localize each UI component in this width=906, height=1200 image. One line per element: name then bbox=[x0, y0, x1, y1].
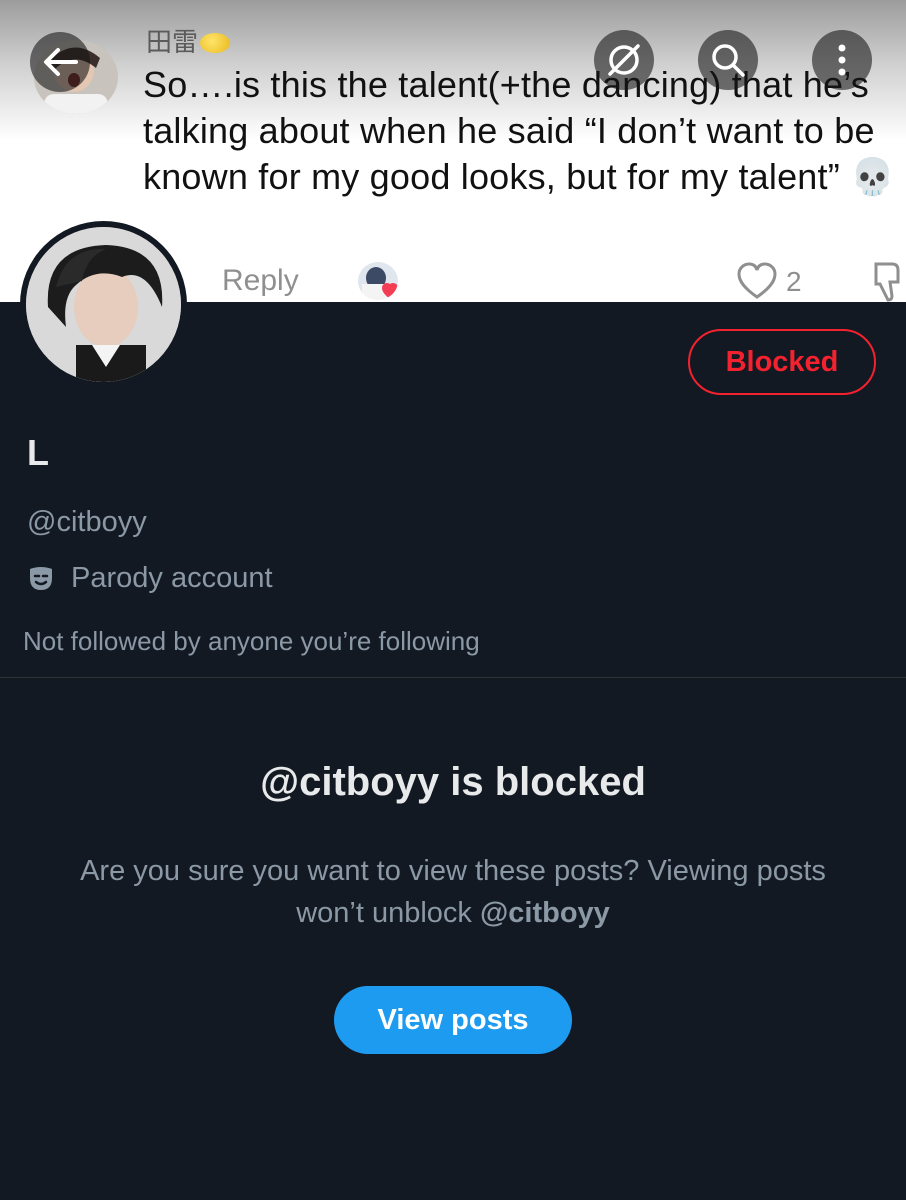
lemon-icon bbox=[200, 33, 231, 53]
comment-author: 田雷 bbox=[146, 22, 231, 59]
parody-label-text: Parody account bbox=[71, 562, 273, 594]
profile-handle: @citboyy bbox=[27, 506, 147, 538]
comment-text: So….is this the talent(+the dancing) tha… bbox=[143, 64, 896, 197]
profile-avatar[interactable] bbox=[20, 221, 187, 388]
divider bbox=[0, 677, 906, 678]
dislike-icon[interactable] bbox=[872, 260, 906, 302]
comment-reply-button[interactable]: Reply bbox=[222, 264, 299, 298]
profile-avatar-image bbox=[26, 227, 181, 382]
blocked-description: Are you sure you want to view these post… bbox=[60, 850, 846, 934]
blocked-description-text: Are you sure you want to view these post… bbox=[80, 855, 826, 929]
more-button[interactable] bbox=[812, 30, 872, 90]
blocked-description-handle: @citboyy bbox=[479, 897, 610, 929]
blocked-button[interactable]: Blocked bbox=[688, 329, 876, 395]
arrow-left-icon bbox=[44, 48, 78, 76]
grok-button[interactable] bbox=[594, 30, 654, 90]
comment-like-count: 2 bbox=[786, 266, 802, 297]
back-button[interactable] bbox=[30, 32, 90, 92]
grok-icon bbox=[608, 44, 640, 76]
view-posts-button[interactable]: View posts bbox=[334, 986, 572, 1054]
more-vertical-icon bbox=[838, 44, 846, 76]
reaction-avatar bbox=[358, 262, 398, 300]
followers-note: Not followed by anyone you’re following bbox=[23, 626, 480, 656]
search-button[interactable] bbox=[698, 30, 758, 90]
profile-name: L bbox=[27, 432, 49, 473]
search-icon bbox=[712, 44, 745, 77]
blocked-title: @citboyy is blocked bbox=[260, 760, 646, 804]
heart-icon[interactable] bbox=[736, 262, 778, 300]
comment-author-name: 田雷 bbox=[146, 27, 199, 57]
parody-label: Parody account bbox=[27, 562, 273, 595]
mask-icon bbox=[30, 566, 52, 590]
